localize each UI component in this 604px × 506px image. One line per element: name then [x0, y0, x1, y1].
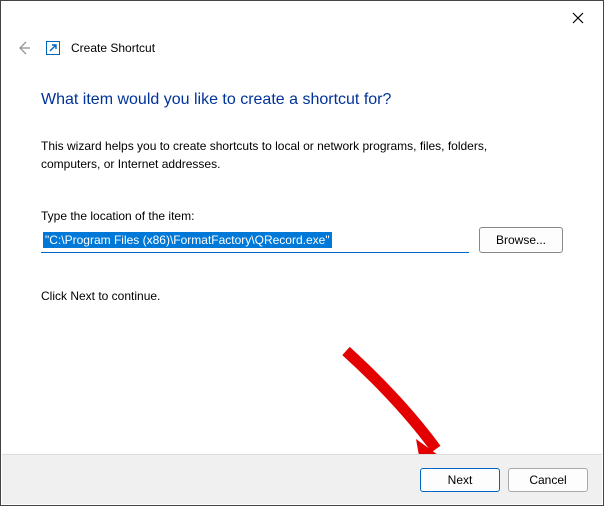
continue-instruction: Click Next to continue.	[41, 289, 563, 303]
location-input-row: "C:\Program Files (x86)\FormatFactory\QR…	[41, 227, 563, 253]
location-input-value: "C:\Program Files (x86)\FormatFactory\QR…	[43, 232, 332, 248]
close-button[interactable]	[563, 3, 593, 33]
header-row: Create Shortcut	[1, 35, 603, 63]
content-area: What item would you like to create a sho…	[1, 63, 603, 313]
cancel-button[interactable]: Cancel	[508, 468, 588, 492]
back-arrow-icon	[16, 40, 32, 56]
dialog-footer: Next Cancel	[2, 454, 602, 504]
close-icon	[572, 12, 584, 24]
page-heading: What item would you like to create a sho…	[41, 91, 563, 109]
next-button[interactable]: Next	[420, 468, 500, 492]
back-button	[13, 37, 35, 59]
wizard-description: This wizard helps you to create shortcut…	[41, 137, 521, 173]
location-input[interactable]: "C:\Program Files (x86)\FormatFactory\QR…	[41, 227, 469, 253]
window-title: Create Shortcut	[71, 41, 155, 55]
shortcut-icon	[45, 40, 61, 56]
browse-button[interactable]: Browse...	[479, 227, 563, 253]
location-label: Type the location of the item:	[41, 209, 563, 223]
titlebar	[1, 1, 603, 35]
